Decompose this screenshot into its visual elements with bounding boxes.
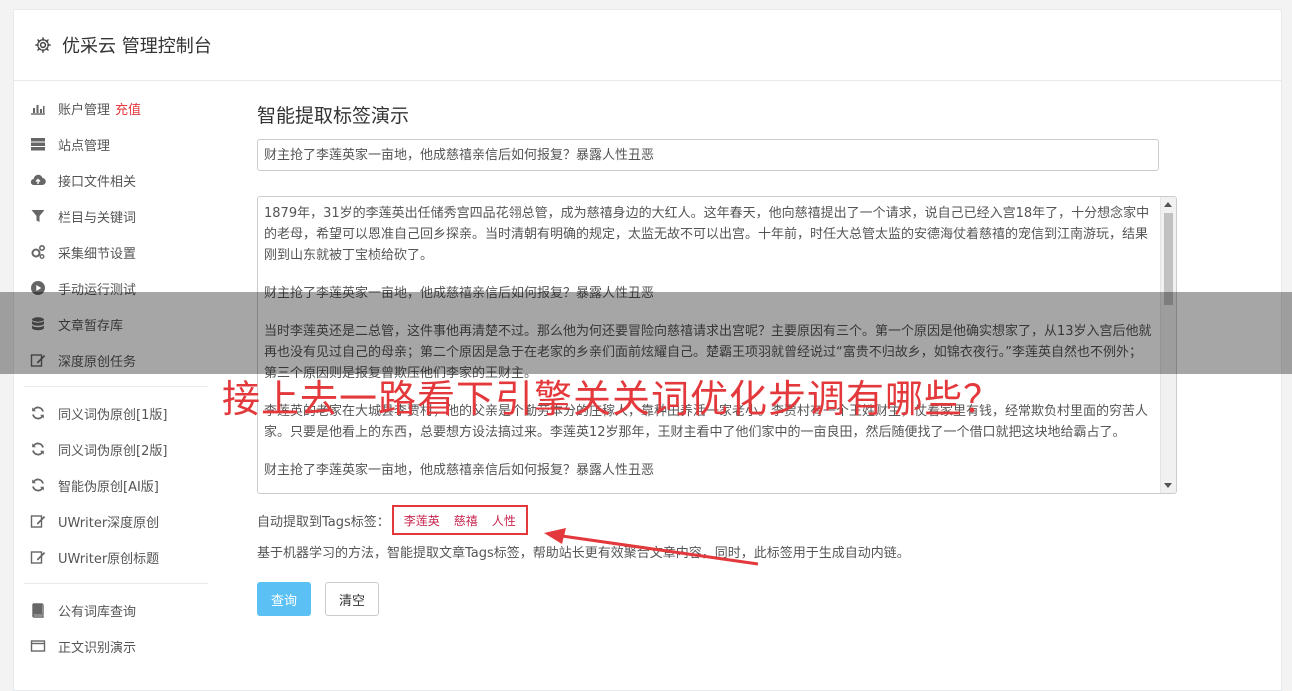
tags-label: 自动提取到Tags标签： xyxy=(257,514,390,530)
body-paragraph: 财主抢了李莲英家一亩地，他成慈禧亲信后如何报复？暴露人性丑恶 xyxy=(264,463,655,478)
cloud-upload-icon xyxy=(30,172,46,188)
sidebar-item-uwriter-deep[interactable]: UWriter深度原创 xyxy=(18,503,208,539)
red-arrow-icon xyxy=(544,528,759,566)
sidebar-item-label: 智能伪原创[AI版] xyxy=(58,479,159,495)
server-icon xyxy=(30,136,46,152)
query-button[interactable]: 查询 xyxy=(257,582,311,616)
gears-icon xyxy=(30,244,46,260)
sidebar-item-body-recognition[interactable]: 正文识别演示 xyxy=(18,628,208,664)
sidebar-item-label: 栏目与关键词 xyxy=(58,210,137,226)
sidebar-item-label: 同义词伪原创[2版] xyxy=(58,443,168,459)
sidebar-item-uwriter-title[interactable]: UWriter原创标题 xyxy=(18,539,208,575)
sidebar-item-label: 采集细节设置 xyxy=(58,246,137,262)
scroll-down-icon[interactable] xyxy=(1164,483,1172,488)
edit-icon xyxy=(30,549,46,565)
sidebar-item-columns-keywords[interactable]: 栏目与关键词 xyxy=(18,198,208,234)
sidebar-item-public-lexicon[interactable]: 公有词库查询 xyxy=(18,592,208,628)
dark-overlay-band xyxy=(0,292,1292,374)
clear-button[interactable]: 清空 xyxy=(325,582,379,616)
tags-row: 自动提取到Tags标签： 李莲英 慈禧 人性 xyxy=(257,505,528,535)
sidebar-item-label: 同义词伪原创[1版] xyxy=(58,407,168,423)
sidebar-item-label: 站点管理 xyxy=(58,138,111,154)
sidebar-item-label: UWriter原创标题 xyxy=(58,551,160,567)
tag-item: 李莲英 xyxy=(403,513,440,528)
sidebar-item-label: 正文识别演示 xyxy=(58,640,137,656)
console-title: 优采云 管理控制台 xyxy=(62,36,212,57)
tags-box: 李莲英 慈禧 人性 xyxy=(391,505,528,535)
window-icon xyxy=(30,638,46,654)
refresh-icon xyxy=(30,477,46,493)
sidebar-item-interface-files[interactable]: 接口文件相关 xyxy=(18,162,208,198)
book-icon xyxy=(30,602,46,618)
edit-icon xyxy=(30,513,46,529)
scroll-up-icon[interactable] xyxy=(1164,202,1172,207)
header: 优采云 管理控制台 xyxy=(14,10,1281,81)
sidebar-divider xyxy=(24,386,208,387)
page-title: 智能提取标签演示 xyxy=(257,105,410,127)
refresh-icon xyxy=(30,405,46,421)
sidebar-item-collect-settings[interactable]: 采集细节设置 xyxy=(18,234,208,270)
sidebar-item-synonym-v2[interactable]: 同义词伪原创[2版] xyxy=(18,431,208,467)
recharge-link[interactable]: 充值 xyxy=(115,99,141,118)
overlay-headline: 接上去一路看下引擎关关词优化步调有哪些？ xyxy=(222,377,1003,421)
sidebar-item-label: 公有词库查询 xyxy=(58,604,137,620)
sidebar-item-sites[interactable]: 站点管理 xyxy=(18,126,208,162)
article-title-input[interactable]: 财主抢了李莲英家一亩地，他成慈禧亲信后如何报复？暴露人性丑恶 xyxy=(257,139,1159,171)
gear-icon xyxy=(35,37,51,53)
bar-chart-icon xyxy=(30,100,46,116)
sidebar: 账户管理 充值 站点管理 接口文件相关 栏目与关键词 采集细节设置 手动运行测试… xyxy=(18,90,208,664)
sidebar-divider xyxy=(24,583,208,584)
refresh-icon xyxy=(30,441,46,457)
sidebar-item-label: 接口文件相关 xyxy=(58,174,137,190)
sidebar-item-account[interactable]: 账户管理 充值 xyxy=(18,90,208,126)
tag-item: 慈禧 xyxy=(453,513,478,528)
body-paragraph: 1879年，31岁的李莲英出任储秀宫四品花翎总管，成为慈禧身边的大红人。这年春天… xyxy=(264,206,1150,263)
sidebar-item-label: UWriter深度原创 xyxy=(58,515,160,531)
sidebar-item-ai-rewrite[interactable]: 智能伪原创[AI版] xyxy=(18,467,208,503)
sidebar-item-synonym-v1[interactable]: 同义词伪原创[1版] xyxy=(18,395,208,431)
filter-icon xyxy=(30,208,46,224)
sidebar-item-label: 账户管理 xyxy=(58,102,111,118)
tag-item: 人性 xyxy=(491,513,516,528)
